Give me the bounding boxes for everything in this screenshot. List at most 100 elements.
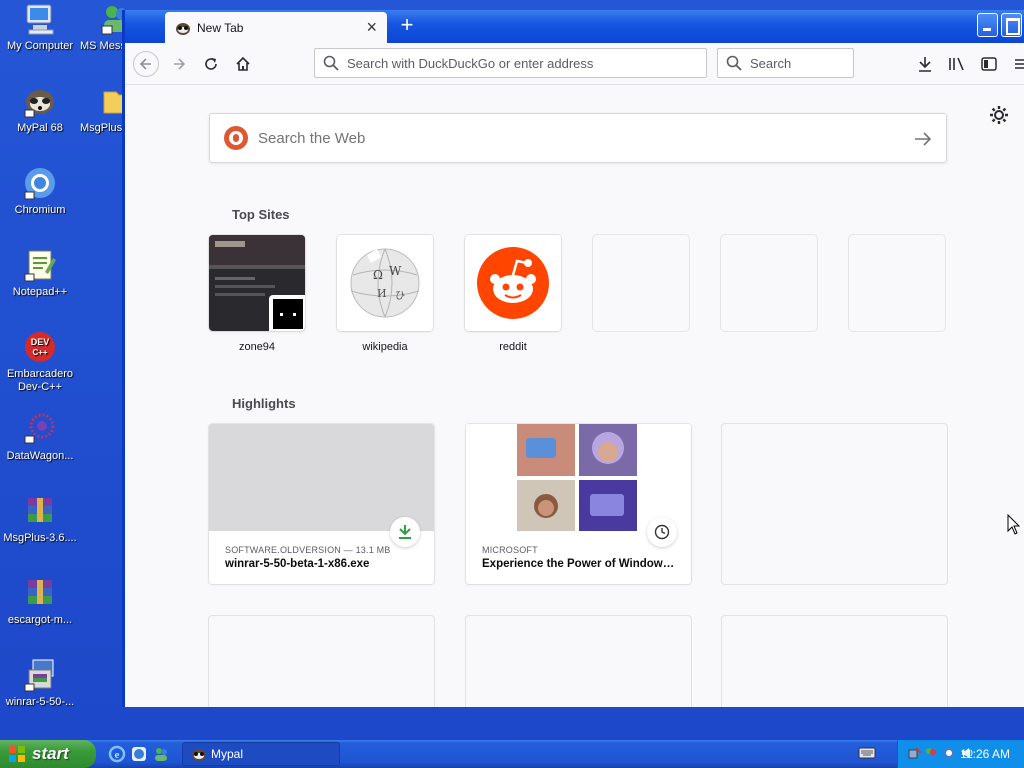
new-tab-button[interactable]: + [395,14,419,38]
reddit-logo-icon [465,235,561,331]
search-input[interactable] [750,55,840,71]
duckduckgo-logo-icon [224,126,248,150]
tab-close-icon[interactable]: × [366,18,377,36]
tab-new-tab[interactable]: New Tab × [165,12,387,43]
desktop-icon-label: DataWagon... [6,450,74,462]
desktop-icon-label: winrar-5-50-... [5,696,75,708]
taskbar-button-mypal[interactable]: Mypal [182,742,340,766]
search-icon [323,55,339,71]
svg-text:e: e [115,749,120,761]
top-site-tile-empty[interactable] [849,235,945,331]
address-bar[interactable] [314,48,707,78]
clock-icon [647,517,677,547]
chromium-icon [23,166,57,200]
svg-text:ひ: ひ [395,291,405,302]
download-icon [919,57,931,72]
top-site-tile-empty[interactable] [721,235,817,331]
desktop-icon-my-computer[interactable]: My Computer [0,2,80,53]
desktop-icon-label: Chromium [14,204,66,216]
quicklaunch-browser-icon[interactable] [130,745,148,763]
desktop-icon-label: Notepad++ [12,286,68,298]
highlight-card-empty [466,616,691,707]
winrar-archive-icon [23,494,57,528]
svg-text:C++: C++ [32,348,47,357]
start-label: start [32,744,69,763]
top-site-tile-wikipedia[interactable]: Ω W И ひ [337,235,433,331]
top-site-tile-reddit[interactable] [465,235,561,331]
taskbar-button-label: Mypal [211,747,244,761]
mypal-favicon-icon [175,20,191,36]
search-bar[interactable] [717,48,854,78]
download-icon [390,517,420,547]
tray-app-icon[interactable] [942,746,956,760]
search-submit-arrow-icon[interactable] [912,128,934,150]
highlight-card-empty [722,424,947,584]
home-button[interactable] [231,52,255,76]
back-button[interactable] [133,51,159,77]
library-icon [949,57,964,71]
desktop-icon-escargot[interactable]: escargot-m... [0,576,80,627]
nav-toolbar [125,43,1024,85]
my-computer-icon [23,2,57,36]
desktop-icon-label: escargot-m... [7,614,73,626]
web-search-box[interactable] [209,113,947,163]
desktop-icon-label: MsgPlus-3.6.... [3,532,77,544]
top-site-label: reddit [499,341,527,353]
hamburger-icon [1015,59,1024,69]
wikipedia-globe-icon: Ω W И ひ [337,235,433,331]
highlight-thumbnail [209,424,434,531]
svg-text:Ω: Ω [373,268,383,282]
top-site-tile-empty[interactable] [593,235,689,331]
desktop-icon-mypal[interactable]: MyPal 68 [0,84,80,135]
desktop-icon-notepadpp[interactable]: Notepad++ [0,248,80,299]
menu-button[interactable] [1013,52,1024,76]
library-button[interactable] [945,52,969,76]
forward-button[interactable] [167,52,191,76]
desktop-icon-winrar[interactable]: winrar-5-50-... [0,658,80,709]
desktop-icon-devcpp[interactable]: DEV C++ Embarcadero Dev-C++ [0,330,80,394]
top-sites-heading: Top Sites [232,207,290,222]
keyboard-language-icon[interactable] [858,746,876,760]
title-bar[interactable]: New Tab × + [125,10,1024,43]
desktop-icon-msgplus-archive[interactable]: MsgPlus-3.6.... [0,494,80,545]
downloads-button[interactable] [913,52,937,76]
address-input[interactable] [347,55,667,71]
datawagon-icon [23,412,57,446]
home-icon [236,56,250,71]
quicklaunch-ie-icon[interactable]: e [108,745,126,763]
highlight-title: winrar-5-50-beta-1-x86.exe [225,558,370,570]
desktop-icon-msgplus-folder[interactable]: MsgPlus [80,84,124,135]
desktop-icon-label: Embarcadero Dev-C++ [6,368,74,393]
top-site-tile-zone94[interactable] [209,235,305,331]
mouse-cursor-icon [1007,513,1021,536]
quicklaunch-messenger-icon[interactable] [152,745,170,763]
tray-network-icon[interactable] [908,746,922,760]
folder-icon [102,84,124,118]
web-search-input[interactable] [258,129,898,147]
desktop-icon-msn[interactable]: MS Messeng... [80,2,124,53]
forward-arrow-icon [174,58,186,70]
highlight-card-winrar[interactable]: SOFTWARE.OLDVERSION — 13.1 MB winrar-5-5… [209,424,434,584]
reload-icon [205,58,217,70]
devcpp-icon: DEV C++ [23,330,57,364]
sidebar-button[interactable] [977,52,1001,76]
tray-messenger-icon[interactable] [924,746,938,760]
top-site-label: wikipedia [362,341,408,353]
svg-text:И: И [377,287,387,300]
new-tab-page: Top Sites zone94 [125,85,1024,707]
reload-button[interactable] [199,52,223,76]
start-button[interactable]: start [0,740,96,768]
maximize-button[interactable] [1001,13,1022,37]
desktop-icon-label: My Computer [6,40,74,52]
taskbar-clock[interactable]: 11:26 AM [960,747,1010,761]
desktop-icon-chromium[interactable]: Chromium [0,166,80,217]
highlight-source: SOFTWARE.OLDVERSION — 13.1 MB [225,545,391,555]
highlight-card-microsoft[interactable]: MICROSOFT Experience the Power of Window… [466,424,691,584]
minimize-button[interactable] [977,13,998,37]
highlight-card-empty [722,616,947,707]
settings-gear-icon[interactable] [989,105,1009,125]
sidebar-icon [981,57,997,71]
browser-window: New Tab × + Search with DuckDuckGo or en… [122,10,1024,707]
desktop-icon-label: MyPal 68 [17,122,63,134]
desktop-icon-datawagon[interactable]: DataWagon... [0,412,80,463]
